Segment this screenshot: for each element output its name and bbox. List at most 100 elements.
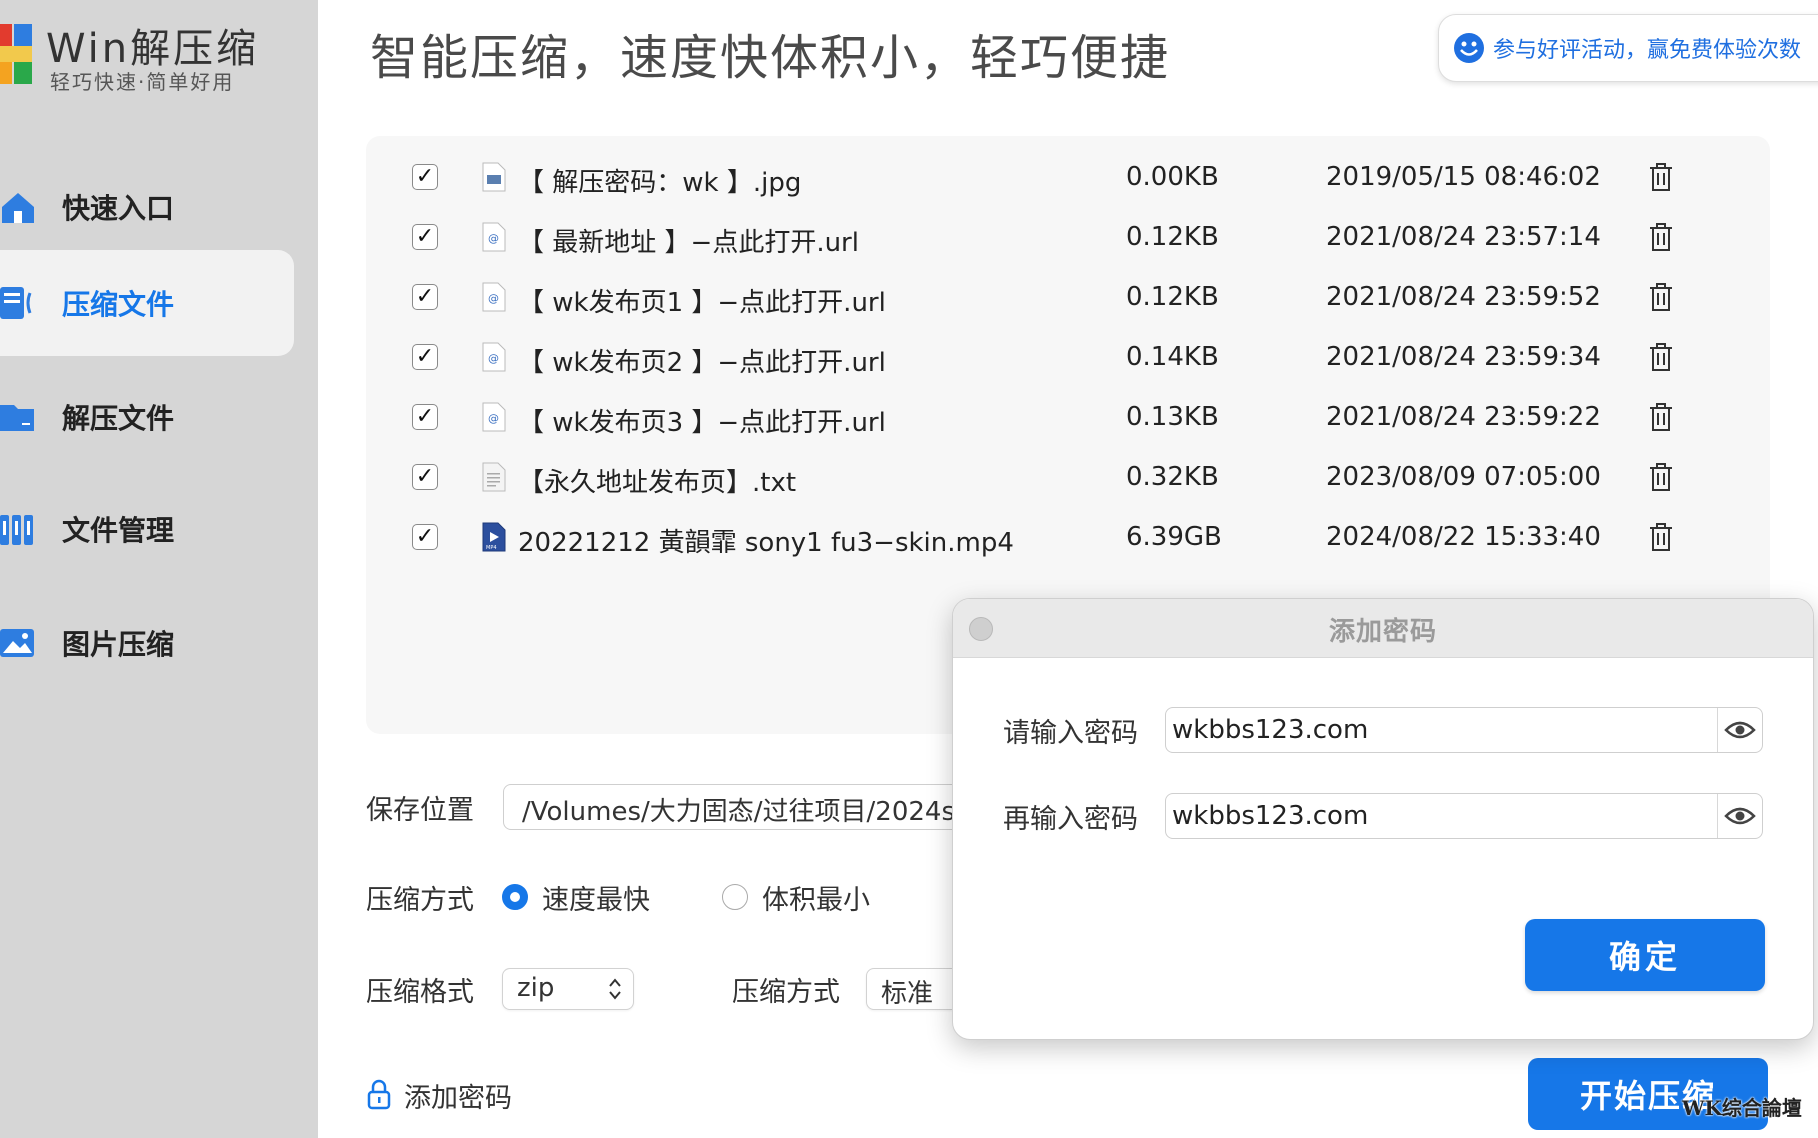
confirm-password-label: 再输入密码 [1003,804,1138,835]
folder-icon [0,405,34,431]
file-name: 【 wk发布页3 】−点此打开.url [518,408,886,438]
file-checkbox[interactable]: ✓ [412,404,438,430]
file-size: 6.39GB [1126,522,1222,552]
file-size: 0.32KB [1126,462,1219,492]
video-file-icon: MP4 [482,522,506,552]
svg-text:@: @ [488,232,499,245]
file-checkbox[interactable]: ✓ [412,344,438,370]
sidebar-item-extract-files[interactable]: 解压文件 [0,364,294,470]
sidebar-item-image-compress[interactable]: 图片压缩 [0,590,294,696]
app-subtitle: 轻巧快速·简单好用 [50,70,235,94]
password-input[interactable] [1172,712,1712,748]
compress-file-icon [0,287,32,319]
file-size: 0.14KB [1126,342,1219,372]
page-title: 智能压缩，速度快体积小，轻巧便捷 [370,30,1171,86]
file-row[interactable]: ✓ 【 解压密码：wk 】.jpg 0.00KB 2019/05/15 08:4… [366,148,1770,208]
file-row[interactable]: ✓ 【永久地址发布页】.txt 0.32KB 2023/08/09 07:05:… [366,448,1770,508]
binders-icon [0,515,33,545]
sidebar-item-file-management[interactable]: 文件管理 [0,476,294,582]
svg-text:@: @ [488,412,499,425]
save-location-label: 保存位置 [366,795,474,826]
file-checkbox[interactable]: ✓ [412,284,438,310]
compress-mode-label: 压缩方式 [366,885,474,916]
radio-smallest[interactable] [722,884,748,910]
password-field[interactable] [1165,707,1763,753]
trash-icon[interactable] [1648,162,1674,192]
sidebar-item-label: 文件管理 [62,514,175,547]
file-date: 2021/08/24 23:59:34 [1326,342,1601,372]
dialog-title: 添加密码 [1328,617,1437,647]
confirm-password-field[interactable] [1165,793,1763,839]
sidebar-item-label: 压缩文件 [62,288,175,321]
file-checkbox[interactable]: ✓ [412,524,438,550]
file-row[interactable]: ✓ @ 【 wk发布页1 】−点此打开.url 0.12KB 2021/08/2… [366,268,1770,328]
svg-text:MP4: MP4 [486,545,497,551]
file-name: 【 wk发布页2 】−点此打开.url [518,348,886,378]
save-location-field[interactable]: /Volumes/大力固态/过往项目/2024s [503,784,965,830]
field-divider [1717,794,1718,838]
watermark: WK综合論壇 [1682,1096,1802,1120]
file-name: 【永久地址发布页】.txt [518,468,797,498]
file-date: 2021/08/24 23:57:14 [1326,222,1601,252]
url-file-icon: @ [482,342,506,372]
trash-icon[interactable] [1648,402,1674,432]
file-row[interactable]: ✓ @ 【 wk发布页3 】−点此打开.url 0.13KB 2021/08/2… [366,388,1770,448]
file-date: 2024/08/22 15:33:40 [1326,522,1601,552]
file-row[interactable]: ✓ MP4 20221212 黃韻霏 sony1 fu3−skin.mp4 6.… [366,508,1770,568]
add-password-dialog: 添加密码 请输入密码 再输入密码 确定 [952,598,1814,1040]
svg-text:@: @ [488,292,499,305]
field-divider [1717,708,1718,752]
promo-banner[interactable]: 参与好评活动，赢免费体验次数 [1438,14,1818,82]
file-size: 0.12KB [1126,222,1219,252]
sidebar-item-label: 快速入口 [62,192,175,225]
file-row[interactable]: ✓ @ 【 最新地址 】−点此打开.url 0.12KB 2021/08/24 … [366,208,1770,268]
file-date: 2019/05/15 08:46:02 [1326,162,1601,192]
save-location-value: /Volumes/大力固态/过往项目/2024s [522,797,955,827]
radio-fastest[interactable] [502,884,528,910]
file-name: 【 wk发布页1 】−点此打开.url [518,288,886,318]
file-name: 【 最新地址 】−点此打开.url [518,228,859,258]
file-row[interactable]: ✓ @ 【 wk发布页2 】−点此打开.url 0.14KB 2021/08/2… [366,328,1770,388]
svg-text:@: @ [488,352,499,365]
format-label: 压缩格式 [366,977,474,1008]
lock-icon[interactable] [366,1078,392,1110]
file-date: 2021/08/24 23:59:22 [1326,402,1601,432]
sidebar: Win解压缩 轻巧快速·简单好用 快速入口 压缩文件 解压文件 文件管理 图片压… [0,0,318,1138]
method-value: 标准 [881,979,934,1009]
eye-icon[interactable] [1724,802,1756,830]
file-name: 20221212 黃韻霏 sony1 fu3−skin.mp4 [518,528,1014,558]
file-checkbox[interactable]: ✓ [412,164,438,190]
file-size: 0.13KB [1126,402,1219,432]
sidebar-item-quick-access[interactable]: 快速入口 [0,154,294,260]
sidebar-item-label: 图片压缩 [62,628,175,661]
promo-text: 参与好评活动，赢免费体验次数 [1493,38,1802,63]
url-file-icon: @ [482,282,506,312]
radio-smallest-label: 体积最小 [762,885,870,916]
format-select[interactable]: zip [502,968,634,1010]
confirm-password-input[interactable] [1172,798,1712,834]
password-label: 请输入密码 [1003,718,1138,749]
trash-icon[interactable] [1648,342,1674,372]
url-file-icon: @ [482,402,506,432]
image-file-icon [482,162,506,192]
eye-icon[interactable] [1724,716,1756,744]
radio-fastest-label: 速度最快 [542,885,650,916]
dialog-titlebar: 添加密码 [953,599,1813,658]
file-checkbox[interactable]: ✓ [412,224,438,250]
file-name: 【 解压密码：wk 】.jpg [518,168,802,198]
trash-icon[interactable] [1648,522,1674,552]
updown-chevron-icon [609,978,621,1000]
smiley-icon [1454,33,1484,63]
add-password-link[interactable]: 添加密码 [404,1076,512,1115]
sidebar-item-label: 解压文件 [62,402,175,435]
sidebar-item-compress-files[interactable]: 压缩文件 [0,250,294,356]
trash-icon[interactable] [1648,222,1674,252]
trash-icon[interactable] [1648,462,1674,492]
file-size: 0.00KB [1126,162,1219,192]
confirm-button[interactable]: 确定 [1525,919,1765,991]
file-checkbox[interactable]: ✓ [412,464,438,490]
home-icon [2,193,34,223]
text-file-icon [482,462,506,492]
trash-icon[interactable] [1648,282,1674,312]
file-date: 2023/08/09 07:05:00 [1326,462,1601,492]
